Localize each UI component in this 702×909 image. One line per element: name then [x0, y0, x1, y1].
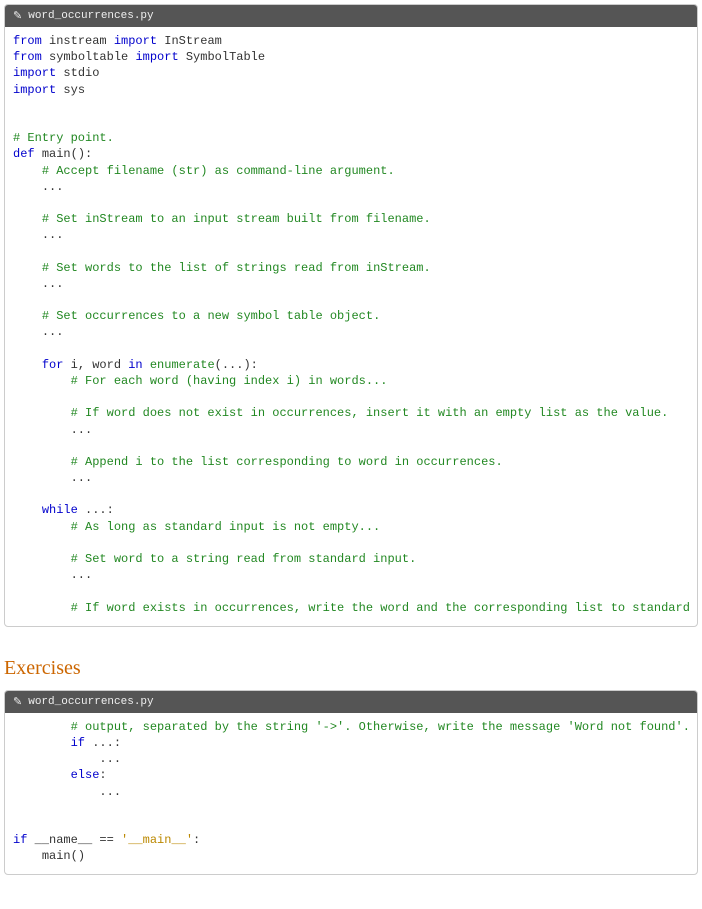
kw-import4: import	[13, 83, 56, 97]
comment-accept: # Accept filename (str) as command-line …	[42, 164, 395, 178]
comment-entry: # Entry point.	[13, 131, 114, 145]
comment-output: # output, separated by the string '->'. …	[71, 720, 690, 734]
comment-ifnot: # If word does not exist in occurrences,…	[71, 406, 669, 420]
dots-b1: ...	[99, 752, 121, 766]
kw-else: else	[71, 768, 100, 782]
dots-6: ...	[71, 471, 93, 485]
eqeq: ==	[92, 833, 121, 847]
comment-setword: # Set word to a string read from standar…	[71, 552, 417, 566]
dots-2: ...	[42, 228, 64, 242]
for-mid: i, word	[63, 358, 128, 372]
code-block-2: ✎ word_occurrences.py # output, separate…	[4, 690, 698, 876]
kw-if: if	[71, 736, 85, 750]
dots-4: ...	[42, 325, 64, 339]
dots-b2: ...	[99, 785, 121, 799]
comment-ifexists: # If word exists in occurrences, write t…	[71, 601, 690, 615]
kw-if2: if	[13, 833, 27, 847]
edit-icon: ✎	[13, 9, 22, 23]
kw-import3: import	[13, 66, 56, 80]
main-str: '__main__'	[121, 833, 193, 847]
dots-1: ...	[42, 180, 64, 194]
colon: :	[193, 833, 200, 847]
code-header-2: ✎ word_occurrences.py	[5, 691, 697, 713]
code-body-2: # output, separated by the string '->'. …	[5, 713, 697, 875]
comment-instream: # Set inStream to an input stream built …	[42, 212, 431, 226]
exercises-heading: Exercises	[4, 657, 698, 680]
dots-7: ...	[71, 568, 93, 582]
kw-for: for	[42, 358, 64, 372]
mod-sys: sys	[63, 83, 85, 97]
main-call: main()	[42, 849, 85, 863]
if-tail: ...:	[85, 736, 121, 750]
comment-occurrences: # Set occurrences to a new symbol table …	[42, 309, 380, 323]
dots-3: ...	[42, 277, 64, 291]
kw-def: def	[13, 147, 35, 161]
mod-stdio: stdio	[63, 66, 99, 80]
code-block-1: ✎ word_occurrences.py from instream impo…	[4, 4, 698, 627]
comment-foreach: # For each word (having index i) in word…	[71, 374, 388, 388]
for-tail: (...):	[215, 358, 258, 372]
fn-enumerate: enumerate	[150, 358, 215, 372]
filename-1: word_occurrences.py	[28, 10, 153, 22]
filename-2: word_occurrences.py	[28, 696, 153, 708]
comment-words: # Set words to the list of strings read …	[42, 261, 431, 275]
name-var: __name__	[35, 833, 93, 847]
else-tail: :	[99, 768, 106, 782]
comment-aslong: # As long as standard input is not empty…	[71, 520, 381, 534]
name-instream: InStream	[164, 34, 222, 48]
kw-import: import	[114, 34, 157, 48]
fn-main: main():	[42, 147, 92, 161]
while-tail: ...:	[78, 503, 114, 517]
kw-while: while	[42, 503, 78, 517]
kw-from2: from	[13, 50, 42, 64]
kw-from: from	[13, 34, 42, 48]
mod-symboltable: symboltable	[49, 50, 128, 64]
code-header-1: ✎ word_occurrences.py	[5, 5, 697, 27]
dots-5: ...	[71, 423, 93, 437]
comment-append: # Append i to the list corresponding to …	[71, 455, 503, 469]
kw-in: in	[128, 358, 142, 372]
edit-icon-2: ✎	[13, 695, 22, 709]
name-symboltable: SymbolTable	[186, 50, 265, 64]
code-body-1: from instream import InStream from symbo…	[5, 27, 697, 626]
kw-import2: import	[135, 50, 178, 64]
mod-instream: instream	[49, 34, 107, 48]
